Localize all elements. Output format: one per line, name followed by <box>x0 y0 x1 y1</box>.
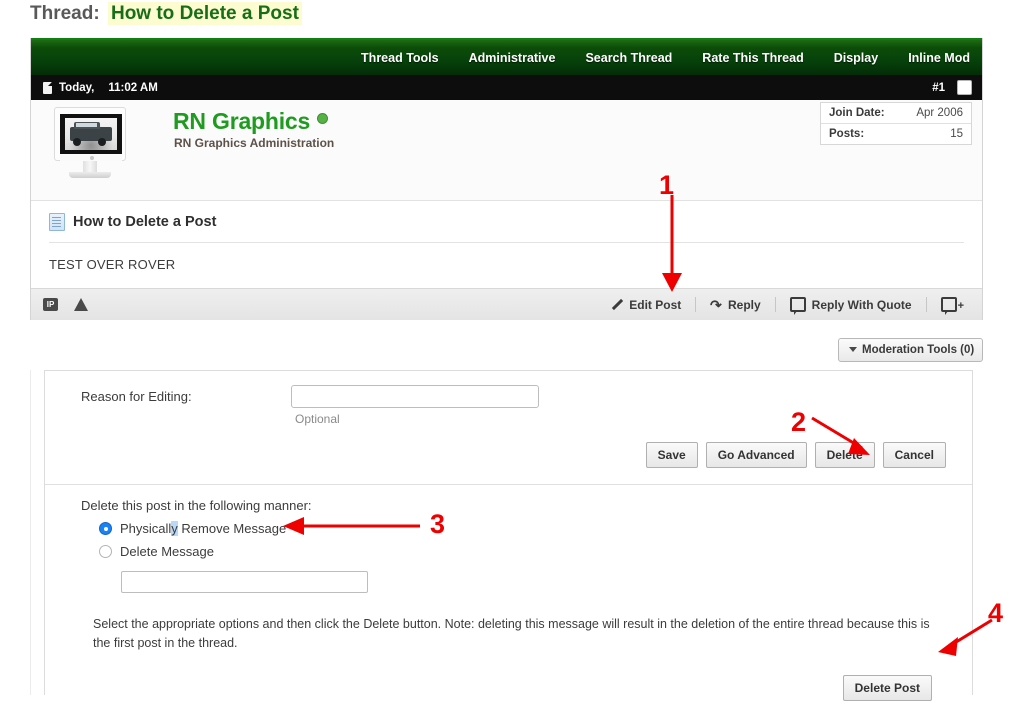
delete-options-section: Delete this post in the following manner… <box>45 484 972 701</box>
reason-optional-hint: Optional <box>295 412 972 426</box>
go-advanced-button[interactable]: Go Advanced <box>706 442 807 468</box>
avatar-logo-icon <box>90 156 94 160</box>
nav-search-thread[interactable]: Search Thread <box>585 51 672 65</box>
nav-administrative[interactable]: Administrative <box>469 51 556 65</box>
radio-label-part2: Remove Message <box>178 521 286 536</box>
quote-bubble-icon <box>790 297 806 312</box>
delete-note-text: Select the appropriate options and then … <box>93 615 950 653</box>
post-text: TEST OVER ROVER <box>49 257 964 272</box>
user-title: RN Graphics Administration <box>174 136 334 150</box>
post-document-icon <box>43 82 52 94</box>
post-time: 11:02 AM <box>108 82 157 94</box>
thread-name: How to Delete a Post <box>108 2 302 25</box>
user-info-posts: Posts: 15 <box>821 123 971 144</box>
reply-with-quote-label: Reply With Quote <box>812 298 912 312</box>
post-title: How to Delete a Post <box>73 214 216 230</box>
post-title-document-icon <box>49 213 65 231</box>
save-button[interactable]: Save <box>646 442 698 468</box>
username-text: RN Graphics <box>173 108 310 134</box>
radio-physically-remove-row[interactable]: Physically Remove Message <box>99 521 972 536</box>
post-user-row: RN Graphics RN Graphics Administration J… <box>31 100 982 201</box>
reason-for-editing-label: Reason for Editing: <box>81 385 291 404</box>
delete-options-heading: Delete this post in the following manner… <box>81 498 972 513</box>
user-info-box: Join Date: Apr 2006 Posts: 15 <box>820 102 972 145</box>
reply-with-quote-button[interactable]: Reply With Quote <box>776 297 926 312</box>
radio-physically-remove-label[interactable]: Physically Remove Message <box>120 521 286 536</box>
radio-delete-message-row[interactable]: Delete Message <box>99 544 972 559</box>
delete-post-button-row: Delete Post <box>81 653 972 701</box>
radio-delete-message-label[interactable]: Delete Message <box>120 544 214 559</box>
reply-label: Reply <box>728 298 761 312</box>
post-container: Thread Tools Administrative Search Threa… <box>30 38 983 320</box>
posts-label: Posts: <box>829 128 864 140</box>
post-body: How to Delete a Post TEST OVER ROVER <box>31 201 982 288</box>
annotation-number-2: 2 <box>791 407 806 438</box>
moderation-tools-label: Moderation Tools (0) <box>862 344 974 356</box>
multi-quote-button[interactable]: + <box>927 297 970 312</box>
user-info-join-date: Join Date: Apr 2006 <box>821 103 971 123</box>
reply-arrow-icon: ↶ <box>710 298 722 312</box>
join-date-label: Join Date: <box>829 107 885 119</box>
avatar-screen <box>60 114 122 154</box>
avatar-photo-landrover <box>65 118 117 150</box>
ip-icon[interactable]: IP <box>43 298 58 311</box>
post-header-bar: Today, 11:02 AM #1 <box>31 75 982 100</box>
pencil-icon <box>610 298 623 311</box>
nav-display[interactable]: Display <box>834 51 878 65</box>
thread-label: Thread: <box>30 3 100 24</box>
join-date-value: Apr 2006 <box>916 107 963 119</box>
reason-for-editing-row: Reason for Editing: <box>45 371 972 408</box>
delete-button[interactable]: Delete <box>815 442 875 468</box>
post-select-checkbox[interactable] <box>957 80 972 95</box>
post-title-row: How to Delete a Post <box>49 213 964 243</box>
post-date: Today, <box>59 82 94 94</box>
annotation-number-4: 4 <box>988 598 1003 629</box>
reason-for-editing-input[interactable] <box>291 385 539 408</box>
thread-nav-bar: Thread Tools Administrative Search Threa… <box>31 38 982 75</box>
edit-post-label: Edit Post <box>629 298 681 312</box>
radio-delete-message[interactable] <box>99 545 112 558</box>
avatar-monitor-base <box>69 172 111 178</box>
annotation-number-1: 1 <box>659 170 674 201</box>
radio-label-part1: Physicall <box>120 521 171 536</box>
post-action-bar: IP Edit Post ↶ Reply Reply With Quote + <box>31 288 982 320</box>
online-status-icon <box>317 113 328 124</box>
annotation-number-3: 3 <box>430 509 445 540</box>
report-warning-icon[interactable] <box>74 298 88 311</box>
avatar-vehicle-wheel <box>73 138 81 146</box>
moderation-tools-button[interactable]: Moderation Tools (0) <box>838 338 983 362</box>
cancel-button[interactable]: Cancel <box>883 442 946 468</box>
nav-thread-tools[interactable]: Thread Tools <box>361 51 439 65</box>
reply-button[interactable]: ↶ Reply <box>696 298 774 312</box>
nav-rate-this-thread[interactable]: Rate This Thread <box>702 51 803 65</box>
nav-inline-mod[interactable]: Inline Mod <box>908 51 970 65</box>
avatar-vehicle-window <box>76 123 97 127</box>
post-right-actions: Edit Post ↶ Reply Reply With Quote + <box>596 297 970 312</box>
page-title: Thread: How to Delete a Post <box>30 3 302 25</box>
edit-delete-inner: Reason for Editing: Optional Save Go Adv… <box>44 370 973 695</box>
radio-physically-remove[interactable] <box>99 522 112 535</box>
posts-value: 15 <box>950 128 963 140</box>
edit-form-buttons: Save Go Advanced Delete Cancel <box>45 426 972 468</box>
username[interactable]: RN Graphics <box>173 108 328 135</box>
plus-icon: + <box>958 300 964 312</box>
post-number[interactable]: #1 <box>932 82 945 94</box>
avatar[interactable] <box>51 105 129 183</box>
multi-quote-bubble-icon <box>941 297 957 312</box>
moderation-tools-row: Moderation Tools (0) <box>838 338 983 362</box>
avatar-vehicle-wheel <box>98 138 106 146</box>
edit-post-button[interactable]: Edit Post <box>596 298 695 312</box>
delete-reason-input[interactable] <box>121 571 368 593</box>
post-left-icons: IP <box>43 298 88 311</box>
avatar-monitor-icon <box>54 107 126 161</box>
delete-post-button[interactable]: Delete Post <box>843 675 932 701</box>
post-header-right: #1 <box>932 80 972 95</box>
edit-delete-panel: Reason for Editing: Optional Save Go Adv… <box>30 370 983 695</box>
chevron-down-icon <box>849 347 857 352</box>
